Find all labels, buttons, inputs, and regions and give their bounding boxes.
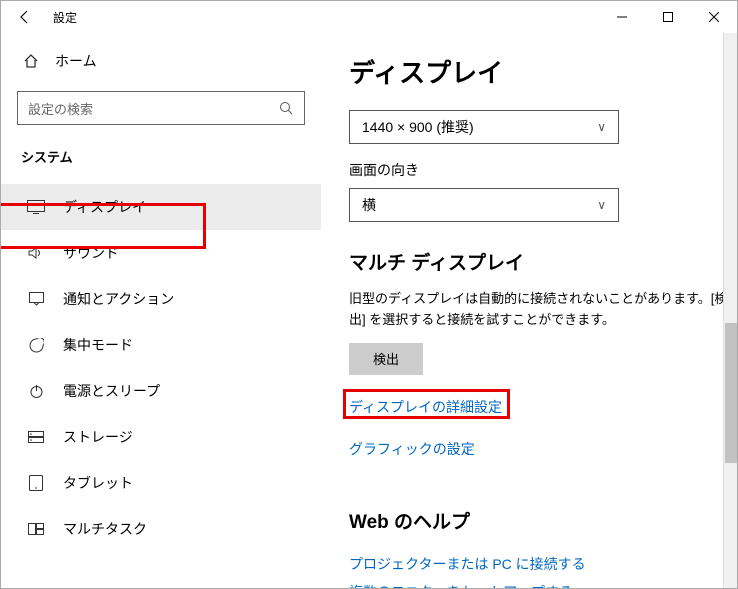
advanced-display-link[interactable]: ディスプレイの詳細設定 xyxy=(349,397,502,417)
resolution-select[interactable]: 1440 × 900 (推奨) ∨ xyxy=(349,110,619,144)
nav-label: ストレージ xyxy=(63,427,133,447)
nav-multitask[interactable]: マルチタスク xyxy=(17,506,305,552)
nav-label: 集中モード xyxy=(63,335,133,355)
scrollbar-thumb[interactable] xyxy=(725,323,737,463)
graphics-settings-link[interactable]: グラフィックの設定 xyxy=(349,439,475,459)
home-label: ホーム xyxy=(55,51,97,71)
tablet-icon xyxy=(27,475,45,491)
home-icon xyxy=(23,53,39,69)
scrollbar[interactable] xyxy=(723,33,737,588)
minimize-button[interactable] xyxy=(599,1,645,33)
search-icon xyxy=(279,101,294,116)
window-title: 設定 xyxy=(53,9,77,26)
titlebar: 設定 xyxy=(1,1,737,33)
search-input[interactable]: 設定の検索 xyxy=(17,91,305,125)
nav-label: 電源とスリープ xyxy=(63,381,160,401)
storage-icon xyxy=(27,431,45,443)
notifications-icon xyxy=(27,292,45,306)
nav-storage[interactable]: ストレージ xyxy=(17,414,305,460)
search-placeholder: 設定の検索 xyxy=(28,99,93,118)
web-help-heading: Web のヘルプ xyxy=(349,507,729,534)
close-button[interactable] xyxy=(691,1,737,33)
orientation-label: 画面の向き xyxy=(349,160,729,180)
help-projector-link[interactable]: プロジェクターまたは PC に接続する xyxy=(349,554,586,574)
sound-icon xyxy=(27,246,45,260)
nav-label: サウンド xyxy=(63,243,119,263)
nav-tablet[interactable]: タブレット xyxy=(17,460,305,506)
orientation-value: 横 xyxy=(362,195,376,215)
multi-display-desc: 旧型のディスプレイは自動的に接続されないことがあります。[検出] を選択すると接… xyxy=(349,289,729,331)
chevron-down-icon: ∨ xyxy=(597,198,606,212)
section-system: システム xyxy=(17,147,305,166)
focus-icon xyxy=(27,338,45,353)
content-pane: ディスプレイ 1440 × 900 (推奨) ∨ 画面の向き 横 ∨ マルチ デ… xyxy=(321,33,737,588)
nav-notifications[interactable]: 通知とアクション xyxy=(17,276,305,322)
multi-display-heading: マルチ ディスプレイ xyxy=(349,248,729,275)
orientation-select[interactable]: 横 ∨ xyxy=(349,188,619,222)
back-button[interactable] xyxy=(9,1,41,33)
help-monitors-link[interactable]: 複数のモニターをセットアップする xyxy=(349,582,729,588)
detect-button[interactable]: 検出 xyxy=(349,343,423,375)
home-link[interactable]: ホーム xyxy=(17,51,305,71)
multitask-icon xyxy=(27,523,45,535)
power-icon xyxy=(27,384,45,399)
nav-label: 通知とアクション xyxy=(63,289,174,309)
nav-label: ディスプレイ xyxy=(63,197,146,217)
nav-display[interactable]: ディスプレイ xyxy=(1,184,321,230)
nav-power[interactable]: 電源とスリープ xyxy=(17,368,305,414)
page-heading: ディスプレイ xyxy=(349,53,729,90)
nav-label: タブレット xyxy=(63,473,133,493)
chevron-down-icon: ∨ xyxy=(597,120,606,134)
maximize-button[interactable] xyxy=(645,1,691,33)
nav-focus[interactable]: 集中モード xyxy=(17,322,305,368)
sidebar: ホーム 設定の検索 システム ディスプレイ サウンド 通知とアクション 集中モー… xyxy=(1,33,321,588)
nav-sound[interactable]: サウンド xyxy=(17,230,305,276)
resolution-value: 1440 × 900 (推奨) xyxy=(362,117,474,137)
nav-label: マルチタスク xyxy=(63,519,147,539)
display-icon xyxy=(27,200,45,214)
